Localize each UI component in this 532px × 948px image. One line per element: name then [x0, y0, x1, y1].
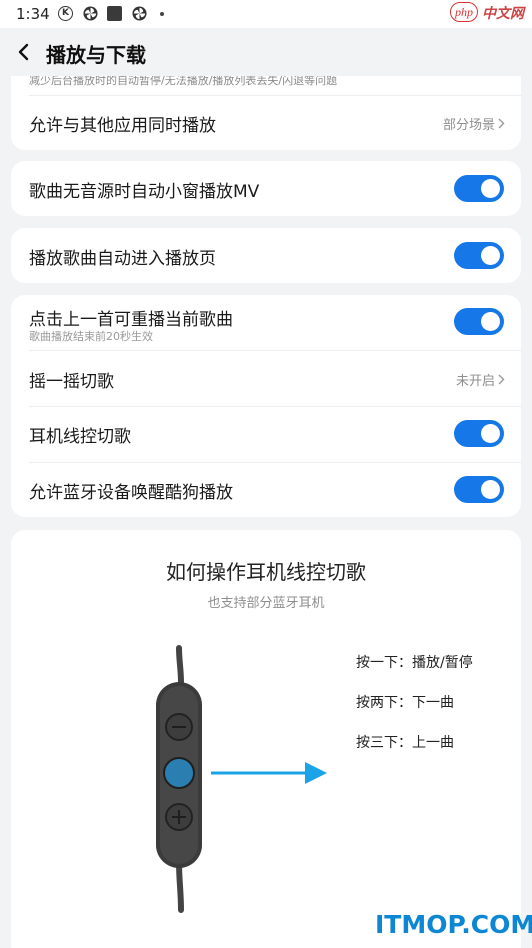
pinwheel-icon	[132, 6, 147, 21]
instruction-press-twice: 按两下：下一曲	[356, 695, 454, 711]
cable-bottom	[176, 859, 184, 913]
header: 播放与下载	[0, 28, 532, 76]
value-text: 未开启	[455, 374, 495, 389]
chevron-right-icon	[498, 118, 505, 129]
square-app-icon	[107, 6, 122, 21]
auto-mv-row: 歌曲无音源时自动小窗播放MV	[11, 161, 521, 216]
dot-icon	[160, 12, 164, 16]
watermark-php-logo: php	[450, 2, 478, 22]
auto-player-page-row: 播放歌曲自动进入播放页	[11, 228, 521, 283]
row-label: 点击上一首可重播当前歌曲	[29, 310, 233, 330]
back-arrow-icon[interactable]	[10, 38, 38, 66]
bluetooth-wake-row: 允许蓝牙设备唤醒酷狗播放	[11, 463, 521, 517]
settings-card-playback-compat: 减少后台播放时的自动暂停/无法播放/播放列表丢失/闪退等问题 允许与其他应用同时…	[11, 76, 521, 150]
instruction-press-thrice: 按三下：上一曲	[356, 735, 454, 751]
row-label: 耳机线控切歌	[29, 427, 131, 447]
chevron-right-icon	[498, 374, 505, 385]
itmop-watermark: ITMOP.COM	[375, 910, 532, 939]
replay-current-row: 点击上一首可重播当前歌曲 歌曲播放结束前20秒生效	[11, 295, 521, 350]
headset-guide-card: 如何操作耳机线控切歌 也支持部分蓝牙耳机 按一下：播放/暂停 按两下：下一曲 按…	[11, 530, 521, 948]
watermark-cn-text: 中文网	[482, 6, 524, 22]
cable-top	[176, 645, 184, 685]
replay-current-toggle[interactable]	[454, 308, 504, 335]
row-label: 允许与其他应用同时播放	[29, 116, 216, 136]
row-label: 歌曲无音源时自动小窗播放MV	[29, 182, 260, 202]
toggle-knob	[481, 312, 500, 331]
guide-title: 如何操作耳机线控切歌	[166, 560, 366, 584]
wired-control-row: 耳机线控切歌	[11, 407, 521, 462]
bluetooth-wake-toggle[interactable]	[454, 476, 504, 503]
description-text: 减少后台播放时的自动暂停/无法播放/播放列表丢失/闪退等问题	[29, 76, 338, 87]
headset-remote-illustration	[156, 645, 327, 913]
row-label: 允许蓝牙设备唤醒酷狗播放	[29, 483, 233, 503]
settings-card-controls: 点击上一首可重播当前歌曲 歌曲播放结束前20秒生效 摇一摇切歌 未开启 耳机线控…	[11, 295, 521, 517]
guide-subtitle: 也支持部分蓝牙耳机	[207, 596, 325, 611]
shake-switch-row[interactable]: 摇一摇切歌 未开启	[11, 351, 521, 406]
value-text: 部分场景	[442, 118, 495, 133]
row-value: 未开启	[456, 370, 505, 389]
toggle-knob	[481, 424, 500, 443]
toggle-knob	[481, 480, 500, 499]
row-label: 摇一摇切歌	[29, 372, 114, 392]
allow-other-apps-row[interactable]: 允许与其他应用同时播放 部分场景	[11, 96, 521, 150]
row-label: 播放歌曲自动进入播放页	[29, 249, 216, 269]
instruction-press-once: 按一下：播放/暂停	[356, 655, 473, 671]
toggle-knob	[481, 246, 500, 265]
settings-card-mv: 歌曲无音源时自动小窗播放MV	[11, 161, 521, 216]
auto-mv-toggle[interactable]	[454, 175, 504, 202]
row-value: 部分场景	[443, 114, 505, 133]
status-time: 1:34	[16, 5, 50, 23]
center-button-icon	[163, 757, 195, 789]
k-circle-icon: K	[58, 6, 73, 21]
wired-control-toggle[interactable]	[454, 420, 504, 447]
toggle-knob	[481, 179, 500, 198]
auto-player-page-toggle[interactable]	[454, 242, 504, 269]
row-sublabel: 歌曲播放结束前20秒生效	[29, 330, 153, 343]
settings-card-player-page: 播放歌曲自动进入播放页	[11, 228, 521, 283]
arrow-right-icon	[305, 762, 327, 784]
page-title: 播放与下载	[46, 43, 146, 67]
pinwheel-icon	[83, 6, 98, 21]
